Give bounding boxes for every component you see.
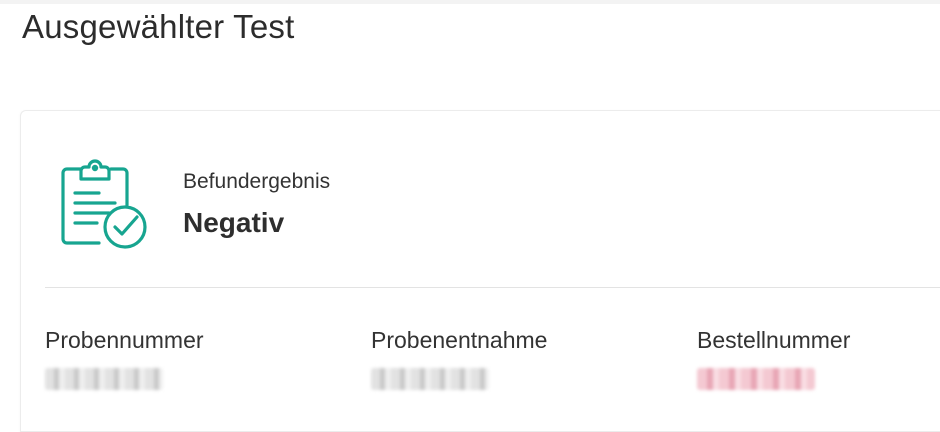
page-title: Ausgewählter Test bbox=[22, 8, 295, 45]
result-value: Negativ bbox=[183, 207, 285, 238]
sample-collection-field: Probenentnahme bbox=[371, 327, 547, 390]
clipboard-check-icon bbox=[61, 159, 147, 249]
top-bar bbox=[0, 0, 940, 4]
sample-number-label: Probennummer bbox=[45, 327, 204, 353]
sample-collection-label: Probenentnahme bbox=[371, 327, 548, 353]
test-result-card: Befundergebnis Negativ Probennummer Prob… bbox=[20, 110, 940, 432]
order-number-label: Bestellnummer bbox=[697, 327, 851, 353]
sample-number-field: Probennummer bbox=[45, 327, 204, 390]
divider bbox=[45, 287, 940, 288]
order-number-value-redacted bbox=[697, 368, 815, 390]
result-label: Befundergebnis bbox=[183, 170, 331, 193]
order-number-field: Bestellnummer bbox=[697, 327, 850, 390]
sample-number-value-redacted bbox=[45, 368, 163, 390]
sample-collection-value-redacted bbox=[371, 368, 489, 390]
